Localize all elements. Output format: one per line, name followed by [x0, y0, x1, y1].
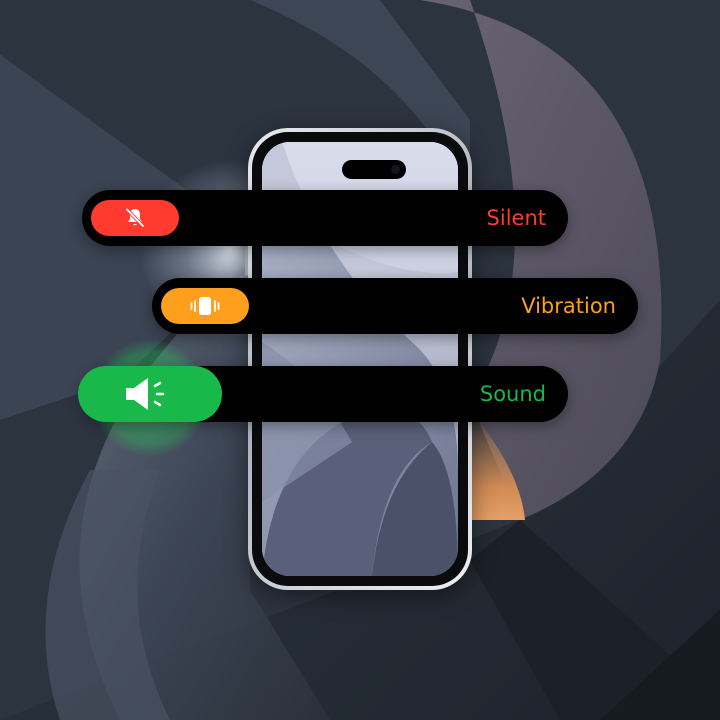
vibration-mode-option[interactable]: Vibration	[152, 278, 638, 334]
vibration-indicator	[161, 288, 249, 324]
sound-label: Sound	[479, 382, 546, 406]
vibration-icon	[190, 297, 220, 315]
sound-indicator	[78, 366, 222, 422]
sound-mode-option[interactable]: Sound	[78, 366, 568, 422]
speaker-icon	[126, 378, 165, 410]
silent-mode-option[interactable]: Silent	[82, 190, 568, 246]
silent-label: Silent	[486, 206, 546, 230]
camera-lens	[391, 165, 400, 174]
vibration-label: Vibration	[521, 294, 616, 318]
silent-indicator	[91, 200, 179, 236]
phone-side-button	[245, 246, 248, 276]
bell-slash-icon	[125, 207, 145, 228]
dynamic-island	[342, 160, 406, 179]
